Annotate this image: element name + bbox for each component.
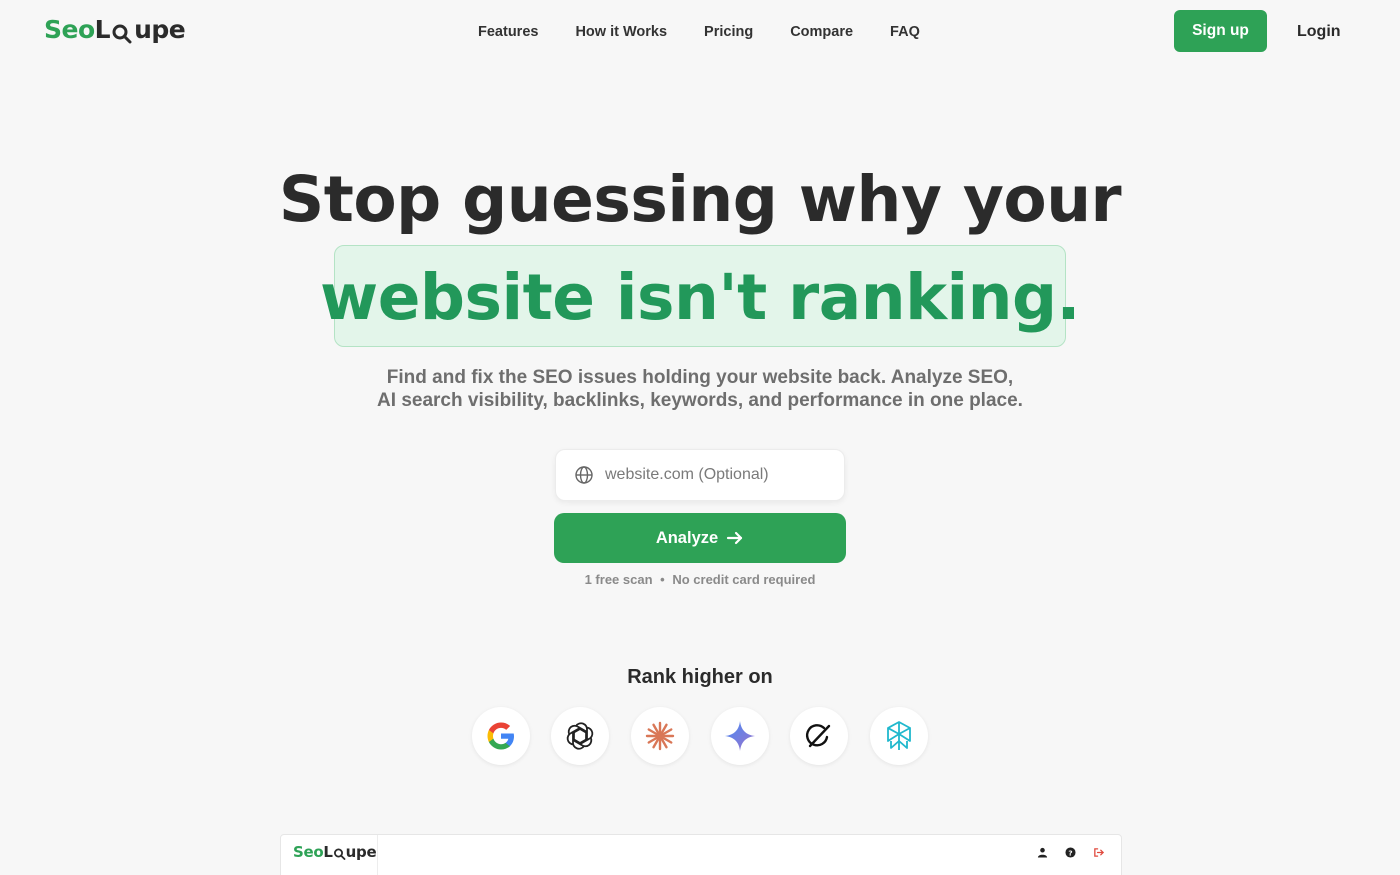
preview-brand-l: L — [323, 843, 333, 861]
help-icon[interactable]: ? — [1063, 845, 1077, 859]
rank-title: Rank higher on — [627, 666, 773, 688]
chatgpt-icon[interactable] — [551, 707, 609, 765]
magnifier-icon — [111, 20, 133, 44]
analyze-label: Analyze — [655, 528, 719, 547]
website-input[interactable] — [605, 466, 835, 484]
google-icon[interactable] — [472, 707, 530, 765]
preview-brand-suffix: upe — [345, 843, 377, 861]
headline-line-2: website isn't ranking. — [320, 261, 1080, 334]
preview-toolbar: ? — [1035, 845, 1105, 859]
svg-text:?: ? — [1068, 848, 1072, 857]
gemini-icon[interactable] — [711, 707, 769, 765]
engine-logos — [0, 707, 1400, 767]
arrow-right-icon — [727, 531, 743, 545]
preview-brand-prefix: Seo — [293, 843, 324, 861]
hero-subtitle: Find and fix the SEO issues holding your… — [350, 366, 1050, 412]
nav-compare[interactable]: Compare — [790, 22, 853, 42]
grok-icon[interactable] — [790, 707, 848, 765]
website-input-wrapper[interactable] — [555, 449, 845, 501]
signup-button[interactable]: Sign up — [1174, 10, 1267, 52]
preview-logo: Seo L upe — [293, 843, 377, 861]
subtitle-line-1: Find and fix the SEO issues holding your… — [386, 367, 1014, 388]
nav-features[interactable]: Features — [478, 22, 538, 42]
logout-icon[interactable] — [1091, 845, 1105, 859]
nav-how-it-works[interactable]: How it Works — [575, 22, 667, 42]
brand-prefix: Seo — [44, 15, 95, 44]
magnifier-icon — [333, 846, 346, 860]
login-link[interactable]: Login — [1297, 22, 1341, 42]
brand-logo[interactable]: Seo L upe — [44, 14, 186, 46]
brand-suffix: upe — [134, 15, 186, 44]
note-separator: • — [660, 572, 665, 587]
note-free-scan: 1 free scan — [584, 572, 653, 587]
nav-faq[interactable]: FAQ — [890, 22, 920, 42]
headline-line-1: Stop guessing why your — [278, 163, 1122, 236]
user-icon[interactable] — [1035, 845, 1049, 859]
nav-pricing[interactable]: Pricing — [704, 22, 753, 42]
claude-icon[interactable] — [631, 707, 689, 765]
subtitle-line-2: AI search visibility, backlinks, keyword… — [377, 390, 1023, 411]
analyze-button[interactable]: Analyze — [554, 513, 846, 563]
perplexity-icon[interactable] — [870, 707, 928, 765]
globe-icon — [574, 465, 594, 485]
note-no-card: No credit card required — [672, 572, 816, 587]
brand-l: L — [94, 15, 111, 44]
cta-note: 1 free scan • No credit card required — [0, 572, 1400, 588]
preview-divider — [377, 835, 378, 875]
main-nav: Features How it Works Pricing Compare FA… — [460, 22, 957, 42]
app-preview: Seo L upe ? — [280, 834, 1122, 875]
site-header: Seo L upe Features How it Works Pricing … — [0, 0, 1400, 64]
